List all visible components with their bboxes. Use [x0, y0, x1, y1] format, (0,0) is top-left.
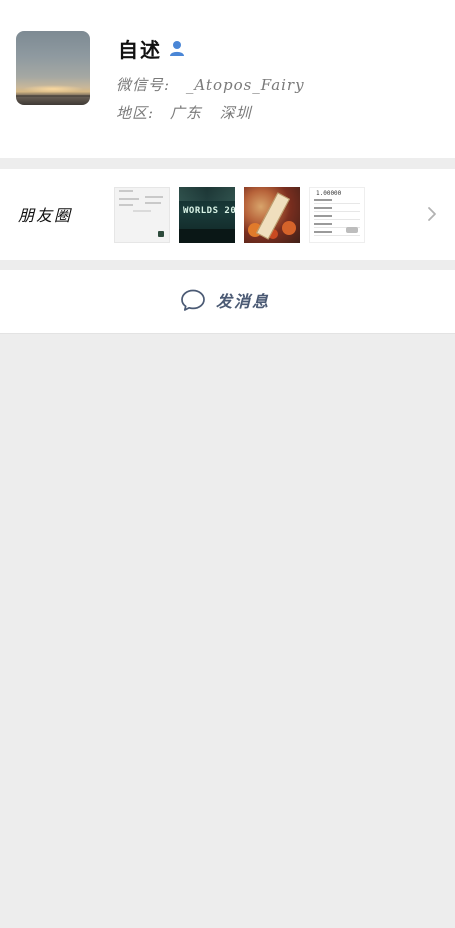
region-city: 深圳: [219, 104, 252, 122]
region-row: 地区: 广东 深圳: [116, 102, 252, 123]
actions-card: 发消息: [0, 270, 455, 334]
avatar[interactable]: [16, 31, 90, 105]
avatar-horizon: [16, 95, 90, 97]
moments-thumbnail-settings: 1.00000: [309, 187, 365, 243]
thumb-line: [119, 198, 139, 200]
thumb-settings-row: [314, 231, 360, 236]
thumb-stage-crowd: [179, 229, 235, 243]
region-province: 广东: [169, 104, 202, 122]
moments-label: 朋友圈: [18, 206, 73, 225]
moments-row[interactable]: 朋友圈 WORLDS 2024: [0, 169, 455, 260]
wechat-id-row: 微信号: _Atopos_Fairy: [116, 74, 305, 95]
thumb-qr-dot: [158, 231, 164, 237]
contact-profile-screen: 自述 微信号: _Atopos_Fairy 地区: 广东 深圳 朋友圈 WORL…: [0, 0, 455, 928]
thumb-settings-row: [314, 215, 360, 220]
thumb-stage-lights: [179, 187, 235, 201]
moments-thumbnail-fruit: [244, 187, 300, 243]
chat-bubble-icon: [180, 288, 206, 312]
thumb-stage-caption: WORLDS 2024: [183, 206, 235, 216]
thumb-settings-blob: [346, 227, 358, 233]
profile-header: 自述 微信号: _Atopos_Fairy 地区: 广东 深圳: [0, 0, 455, 158]
chevron-right-icon: [425, 206, 439, 222]
thumb-settings-row: [314, 199, 360, 204]
avatar-sun-glow: [22, 85, 84, 93]
thumb-line: [145, 202, 161, 204]
send-message-button[interactable]: 发消息: [180, 288, 270, 312]
thumb-fruit: [282, 221, 296, 235]
user-profile-icon: [168, 39, 186, 57]
section-divider: [0, 158, 455, 169]
moments-thumbnails: WORLDS 2024 1.00000: [114, 187, 365, 243]
thumb-line: [119, 204, 133, 206]
thumb-settings-caption: 1.00000: [316, 190, 342, 197]
wechat-id-label: 微信号:: [116, 76, 171, 94]
send-message-label: 发消息: [216, 292, 271, 311]
name-row: 自述: [118, 33, 186, 63]
region-label: 地区:: [116, 104, 155, 122]
thumb-line: [145, 196, 163, 198]
thumb-settings-row: [314, 207, 360, 212]
thumb-line: [119, 190, 133, 192]
thumb-line: [133, 210, 151, 212]
moments-thumbnail-receipt: [114, 187, 170, 243]
contact-name: 自述: [118, 37, 162, 62]
wechat-id-value[interactable]: _Atopos_Fairy: [186, 76, 305, 94]
moments-thumbnail-stage: WORLDS 2024: [179, 187, 235, 243]
